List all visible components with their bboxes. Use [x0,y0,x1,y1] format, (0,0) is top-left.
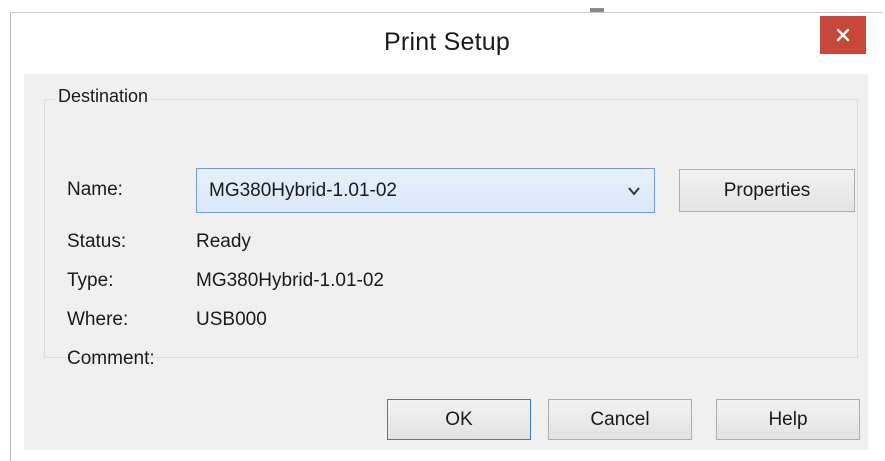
type-label: Type: [67,270,114,291]
properties-button[interactable]: Properties [679,169,855,212]
where-value: USB000 [196,309,267,330]
printer-name-value: MG380Hybrid-1.01-02 [209,180,397,201]
title-bar[interactable]: Print Setup [11,13,883,73]
dialog-title: Print Setup [384,28,510,56]
name-label: Name: [67,179,123,200]
status-label: Status: [67,231,127,252]
comment-label: Comment: [67,348,155,369]
destination-group: Destination Name: MG380Hybrid-1.01-02 Pr… [44,86,858,369]
destination-group-label: Destination [55,86,152,107]
type-value: MG380Hybrid-1.01-02 [196,270,384,291]
chevron-down-icon [628,187,640,196]
dialog-client-area: Destination Name: MG380Hybrid-1.01-02 Pr… [24,74,868,450]
status-value: Ready [196,231,251,252]
printer-name-select[interactable]: MG380Hybrid-1.01-02 [196,168,655,213]
close-button[interactable] [820,16,866,54]
close-icon [836,28,850,42]
cancel-button[interactable]: Cancel [548,399,692,440]
where-label: Where: [67,309,129,330]
print-setup-dialog: Print Setup Destination Name: MG380Hybri… [10,12,883,461]
help-button[interactable]: Help [716,399,860,440]
ok-button[interactable]: OK [387,399,531,440]
